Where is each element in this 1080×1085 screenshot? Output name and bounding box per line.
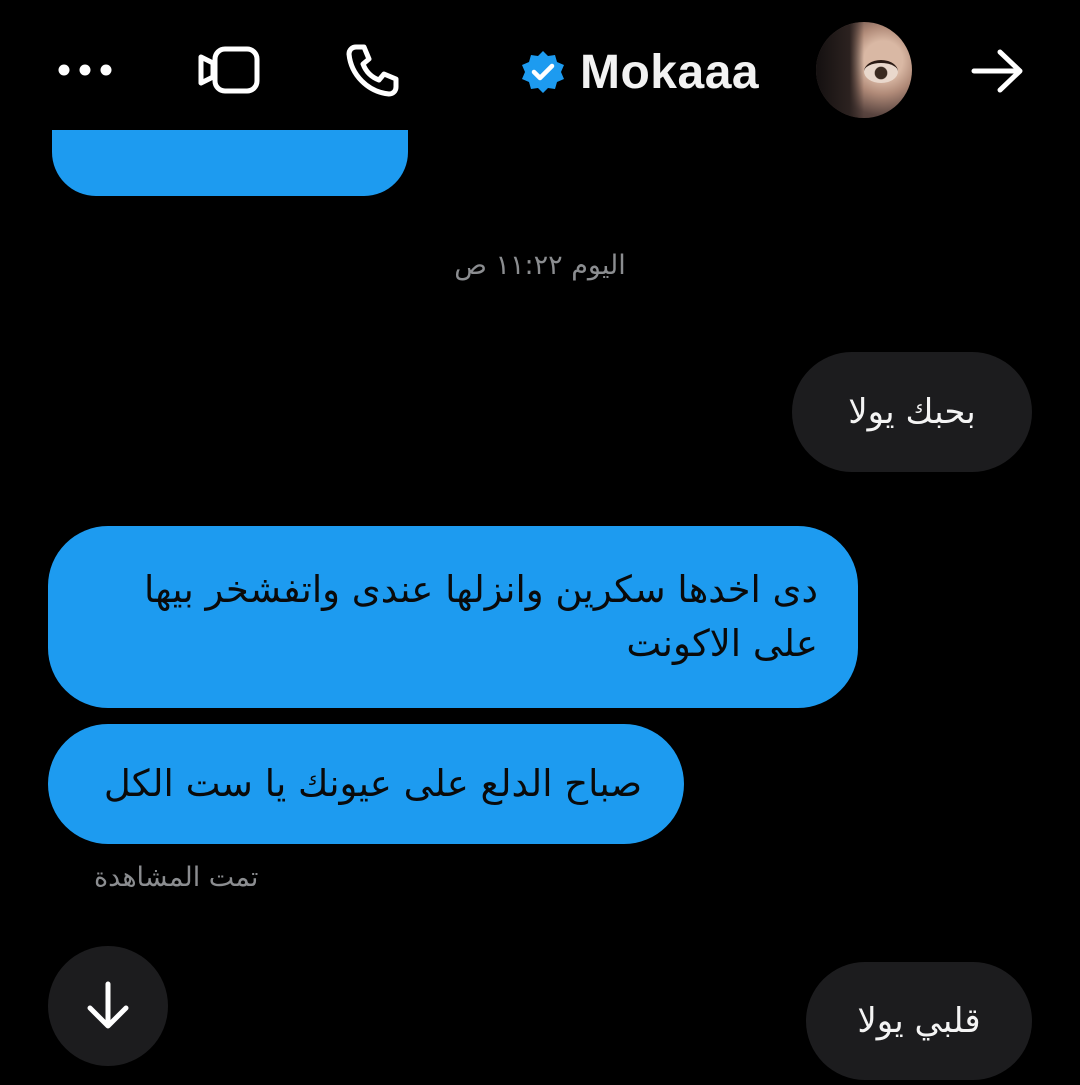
arrow-down-icon <box>87 981 129 1029</box>
verified-badge-icon <box>522 51 564 93</box>
message-text: قلبي يولا <box>857 1001 981 1041</box>
chat-header: Mokaaa <box>0 0 1080 140</box>
phone-icon <box>346 44 399 97</box>
more-options-button[interactable] <box>50 42 120 98</box>
seen-status: تمت المشاهدة <box>94 862 259 893</box>
incoming-message-bubble[interactable]: بحبك يولا <box>792 352 1032 472</box>
contact-info[interactable]: Mokaaa <box>520 40 759 104</box>
avatar[interactable] <box>816 22 912 118</box>
conversation-timestamp: اليوم ١١:٢٢ ص <box>454 250 626 281</box>
more-horizontal-icon <box>58 64 112 76</box>
video-call-button[interactable] <box>188 38 268 102</box>
message-text: دى اخدها سكرين وانزلها عندى واتفشخر بيها… <box>143 568 818 665</box>
previous-message-bubble[interactable] <box>52 130 408 196</box>
outgoing-message-bubble[interactable]: دى اخدها سكرين وانزلها عندى واتفشخر بيها… <box>48 526 858 708</box>
message-text: بحبك يولا <box>848 392 976 432</box>
scroll-to-bottom-button[interactable] <box>48 946 168 1066</box>
arrow-right-icon <box>971 49 1023 93</box>
back-button[interactable] <box>960 38 1036 104</box>
voice-call-button[interactable] <box>334 36 410 106</box>
video-call-icon <box>198 46 260 94</box>
contact-name: Mokaaa <box>580 45 760 99</box>
incoming-message-bubble[interactable]: قلبي يولا <box>806 962 1032 1080</box>
message-text: صباح الدلع على عيونك يا ست الكل <box>103 762 642 806</box>
outgoing-message-bubble[interactable]: صباح الدلع على عيونك يا ست الكل <box>48 724 684 844</box>
